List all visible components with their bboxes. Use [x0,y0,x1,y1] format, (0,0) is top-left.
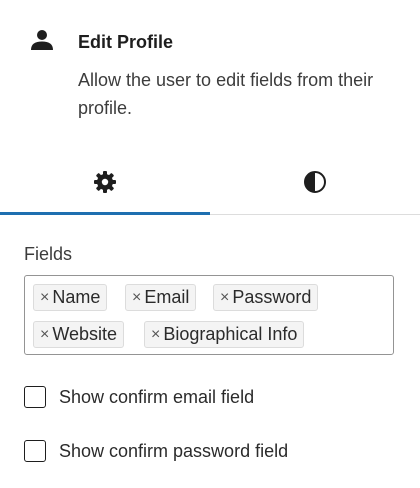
token-website: × Website [33,321,125,348]
block-settings-panel: Edit Profile Allow the user to edit fiel… [0,0,420,488]
tab-styles[interactable] [210,150,420,214]
block-card: Edit Profile Allow the user to edit fiel… [0,0,420,150]
half-circle-contrast-icon [303,170,327,194]
user-icon [30,28,54,52]
remove-token-icon[interactable]: × [40,326,49,343]
remove-token-icon[interactable]: × [132,289,141,306]
token-name: × Name [33,284,108,311]
remove-token-icon[interactable]: × [220,289,229,306]
gear-icon [93,170,117,194]
remove-token-icon[interactable]: × [151,326,160,343]
confirm-email-checkbox[interactable] [24,386,46,408]
token-label: Password [232,287,312,307]
confirm-password-checkbox[interactable] [24,440,46,462]
settings-tabs [0,150,420,215]
confirm-password-label[interactable]: Show confirm password field [59,439,288,463]
token-password: × Password [213,284,319,311]
token-label: Name [52,287,101,307]
remove-token-icon[interactable]: × [40,289,49,306]
token-email: × Email [125,284,197,311]
fields-token-input[interactable]: × Name × Email × Password × Website × Bi… [24,275,394,355]
token-label: Website [52,324,118,344]
option-confirm-password: Show confirm password field [24,439,288,463]
option-confirm-email: Show confirm email field [24,385,254,409]
token-label: Biographical Info [163,324,298,344]
block-title: Edit Profile [78,32,174,52]
tab-settings[interactable] [0,150,210,215]
confirm-email-label[interactable]: Show confirm email field [59,385,254,409]
block-description: Allow the user to edit fields from their… [78,70,374,118]
token-biographical-info: × Biographical Info [144,321,305,348]
token-label: Email [144,287,190,307]
fields-label: Fields [24,244,73,264]
